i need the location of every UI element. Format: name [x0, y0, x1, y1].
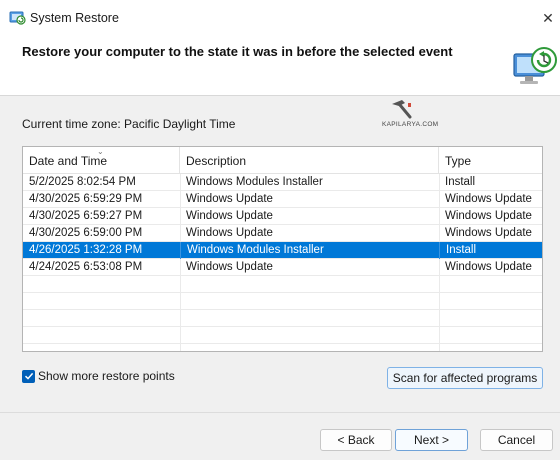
cell-type: Windows Update [445, 210, 532, 222]
show-more-label[interactable]: Show more restore points [38, 369, 175, 383]
system-restore-icon [9, 11, 26, 25]
cell-type: Install [445, 176, 476, 188]
cell-date: 4/24/2025 6:53:08 PM [29, 261, 143, 273]
window-title: System Restore [30, 11, 119, 25]
table-row[interactable]: 4/30/2025 6:59:27 PM Windows Update Wind… [23, 208, 542, 225]
table-row[interactable]: 5/2/2025 8:02:54 PM Windows Modules Inst… [23, 174, 542, 191]
cell-type: Windows Update [445, 261, 532, 273]
show-more-checkbox[interactable] [22, 369, 35, 383]
empty-row [23, 327, 542, 344]
cell-description: Windows Modules Installer [180, 242, 439, 259]
cell-date: 5/2/2025 8:02:54 PM [29, 176, 136, 188]
show-more-checkbox-row[interactable]: Show more restore points [22, 369, 175, 383]
cell-date: 4/30/2025 6:59:29 PM [29, 193, 143, 205]
table-header: ⌄ Date and Time Description Type [23, 147, 542, 174]
restore-computer-icon [513, 47, 557, 84]
empty-row [23, 276, 542, 293]
table-row-selected[interactable]: 4/26/2025 1:32:28 PM Windows Modules Ins… [23, 242, 542, 259]
table-row[interactable]: 4/30/2025 6:59:00 PM Windows Update Wind… [23, 225, 542, 242]
close-icon: ✕ [542, 9, 554, 26]
cell-description: Windows Update [186, 227, 273, 239]
column-header-description[interactable]: Description [180, 147, 439, 174]
next-button[interactable]: Next > [395, 429, 468, 451]
cancel-button[interactable]: Cancel [480, 429, 553, 451]
cell-description: Windows Update [186, 210, 273, 222]
scan-affected-programs-button[interactable]: Scan for affected programs [387, 367, 543, 389]
table-row[interactable]: 4/24/2025 6:53:08 PM Windows Update Wind… [23, 259, 542, 276]
empty-row [23, 293, 542, 310]
column-header-date[interactable]: Date and Time [23, 147, 180, 174]
column-header-type[interactable]: Type [439, 147, 542, 174]
page-title: Restore your computer to the state it wa… [22, 44, 453, 59]
empty-row [23, 310, 542, 327]
timezone-label: Current time zone: Pacific Daylight Time [22, 117, 236, 131]
watermark-text: KAPILARYA.COM [382, 121, 439, 128]
hammer-logo-icon [392, 100, 412, 119]
title-bar: System Restore ✕ [0, 0, 560, 36]
cell-date: 4/26/2025 1:32:28 PM [29, 244, 143, 256]
cell-description: Windows Update [186, 193, 273, 205]
restore-points-table[interactable]: ⌄ Date and Time Description Type 5/2/202… [22, 146, 543, 352]
footer-divider [0, 412, 560, 413]
cell-description: Windows Update [186, 261, 273, 273]
close-button[interactable]: ✕ [536, 0, 560, 36]
table-row[interactable]: 4/30/2025 6:59:29 PM Windows Update Wind… [23, 191, 542, 208]
cell-description: Windows Modules Installer [186, 176, 323, 188]
cell-type: Windows Update [445, 193, 532, 205]
cell-type: Install [439, 242, 542, 259]
checkmark-icon [24, 372, 33, 380]
cell-date: 4/30/2025 6:59:00 PM [29, 227, 143, 239]
cell-type: Windows Update [445, 227, 532, 239]
back-button[interactable]: < Back [320, 429, 392, 451]
header-banner: Restore your computer to the state it wa… [0, 36, 560, 96]
cell-date: 4/30/2025 6:59:27 PM [29, 210, 143, 222]
